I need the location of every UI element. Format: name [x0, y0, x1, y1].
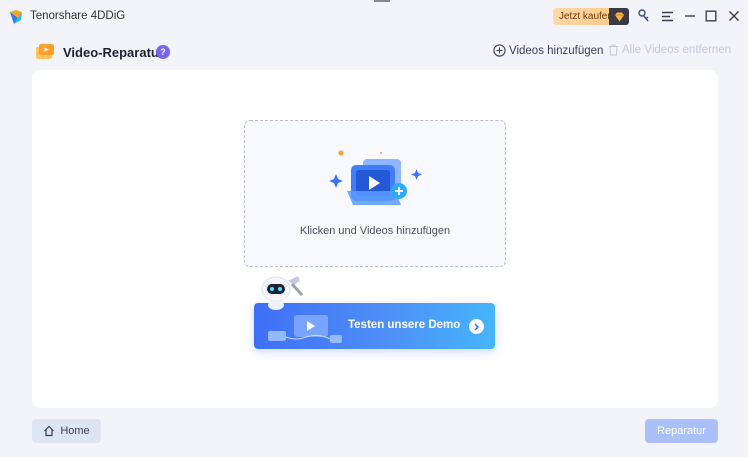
plus-circle-icon	[493, 44, 506, 57]
repair-button[interactable]: Reparatur	[645, 419, 718, 443]
buy-now-button[interactable]: Jetzt kaufen	[553, 8, 629, 25]
help-icon[interactable]: ?	[156, 45, 170, 59]
dropzone-label: Klicken und Videos hinzufügen	[299, 225, 451, 237]
demo-video-art-icon	[268, 315, 342, 343]
demo-label: Testen unsere Demo	[348, 319, 461, 331]
repair-label: Reparatur	[657, 425, 706, 437]
diamond-icon	[609, 8, 629, 25]
main-panel: Klicken und Videos hinzufügen Testen uns…	[32, 70, 718, 408]
remove-all-videos-button[interactable]: Alle Videos entfernen	[608, 44, 731, 56]
video-dropzone[interactable]: Klicken und Videos hinzufügen	[244, 120, 506, 267]
trash-icon	[609, 44, 618, 56]
home-icon	[44, 425, 55, 437]
page-header: Video-Reparatur ? Videos hinzufügen Alle…	[0, 38, 748, 66]
buy-now-label: Jetzt kaufen	[559, 11, 613, 22]
robot-mascot-icon	[261, 276, 304, 310]
add-video-illustration-icon	[329, 150, 422, 205]
remove-all-label: Alle Videos entfernen	[622, 44, 732, 56]
add-videos-label: Videos hinzufügen	[509, 44, 604, 57]
close-icon[interactable]	[726, 8, 742, 24]
add-videos-button[interactable]: Videos hinzufügen	[493, 44, 603, 57]
app-title: Tenorshare 4DDiG	[30, 10, 126, 22]
key-icon[interactable]	[636, 8, 652, 24]
menu-icon[interactable]	[659, 8, 675, 24]
minimize-icon[interactable]	[682, 8, 698, 24]
maximize-icon[interactable]	[703, 8, 719, 24]
app-logo-icon	[10, 10, 22, 24]
page-title: Video-Reparatur	[63, 45, 164, 60]
chevron-right-icon[interactable]	[469, 319, 484, 334]
home-label: Home	[60, 425, 90, 437]
title-bar: Tenorshare 4DDiG Jetzt kaufen	[0, 0, 748, 32]
home-button[interactable]: Home	[32, 419, 101, 443]
video-repair-icon	[36, 44, 54, 59]
